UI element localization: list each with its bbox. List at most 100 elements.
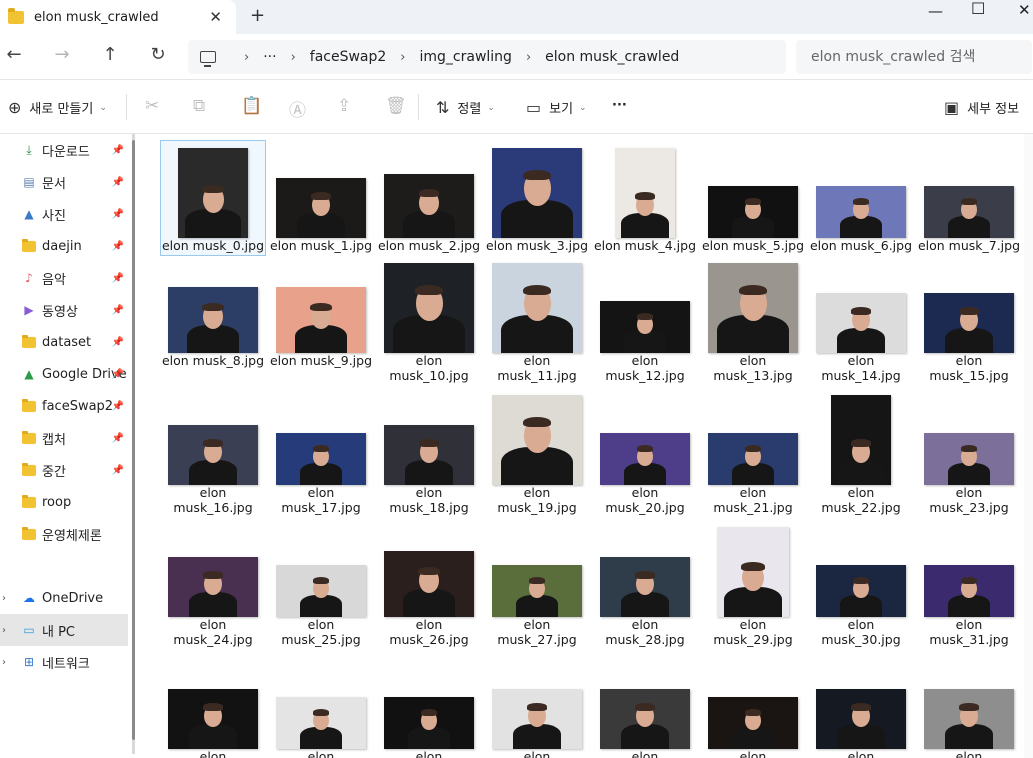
minimize-icon[interactable]: — — [928, 2, 943, 20]
file-name-line2: musk_25.jpg — [281, 632, 361, 647]
file-name: elon musk_2.jpg — [377, 238, 481, 253]
up-arrow-icon[interactable]: ↑ — [98, 44, 122, 65]
person-body-shape — [185, 208, 241, 238]
sidebar-item[interactable]: 캡처 📌 — [0, 422, 128, 454]
file-name: elon musk_9.jpg — [269, 353, 373, 368]
sidebar-item[interactable]: › ⊞ 네트워크 — [0, 646, 128, 678]
close-window-icon[interactable]: ✕ — [1018, 1, 1031, 19]
share-icon[interactable]: ⇪ — [337, 96, 351, 116]
chevron-right-icon[interactable]: › — [526, 50, 531, 65]
person-hair-shape — [312, 577, 330, 584]
chevron-down-icon: ⌄ — [99, 102, 107, 113]
details-pane-icon: ▣ — [944, 98, 960, 117]
person-hair-shape — [636, 313, 654, 320]
breadcrumb-more[interactable]: ··· — [263, 49, 276, 65]
details-label: 세부 정보 — [967, 102, 1020, 117]
person-hair-shape — [851, 307, 871, 315]
person-hair-shape — [418, 189, 440, 198]
window-tab[interactable]: elon musk_crawled ✕ — [0, 0, 236, 34]
search-input[interactable]: elon musk_crawled 검색 — [796, 40, 1032, 74]
person-body-shape — [624, 331, 666, 353]
sidebar-item[interactable]: ▶ 동영상 📌 — [0, 294, 128, 326]
view-icon: ▭ — [526, 98, 542, 117]
sidebar-scrollbar[interactable] — [132, 134, 135, 754]
maximize-icon[interactable]: ☐ — [971, 0, 985, 18]
person-body-shape — [621, 212, 669, 238]
person-hair-shape — [203, 439, 223, 447]
expand-chevron-icon[interactable]: › — [2, 657, 6, 668]
sort-button[interactable]: ⇅ 정렬 ⌄ — [436, 98, 495, 117]
view-button[interactable]: ▭ 보기 ⌄ — [526, 98, 587, 117]
expand-chevron-icon[interactable]: › — [2, 625, 6, 636]
breadcrumb-img-crawling[interactable]: img_crawling — [420, 49, 512, 65]
sidebar-item[interactable]: › ▭ 내 PC — [0, 614, 128, 646]
sidebar-item[interactable]: ▲ Google Drive 📌 — [0, 358, 128, 390]
sidebar-item[interactable]: ▤ 문서 📌 — [0, 166, 128, 198]
sidebar-item[interactable]: 중간 📌 — [0, 454, 128, 486]
sidebar-item[interactable]: roop — [0, 486, 128, 518]
refresh-icon[interactable]: ↻ — [146, 44, 170, 65]
folder-icon — [22, 238, 36, 253]
image-thumbnail — [168, 425, 258, 485]
person-hair-shape — [312, 445, 330, 452]
google-drive-icon: ▲ — [24, 367, 34, 381]
new-button[interactable]: ⊕ 새로 만들기 ⌄ — [8, 98, 107, 117]
person-hair-shape — [852, 198, 870, 205]
image-thumbnail — [276, 178, 366, 238]
forward-arrow-icon[interactable]: → — [50, 44, 74, 65]
sidebar-item[interactable]: daejin 📌 — [0, 230, 128, 262]
person-body-shape — [945, 327, 993, 353]
details-button[interactable]: ▣ 세부 정보 — [944, 98, 1019, 117]
paste-icon[interactable]: 📋 — [241, 96, 262, 116]
pin-icon: 📌 — [111, 144, 124, 156]
cut-icon[interactable]: ✂ — [145, 96, 159, 116]
file-name-line2: musk_21.jpg — [713, 500, 793, 515]
back-arrow-icon[interactable]: ← — [2, 44, 26, 65]
breadcrumb-current[interactable]: elon musk_crawled — [545, 49, 679, 65]
expand-chevron-icon[interactable]: › — [2, 593, 6, 604]
file-name-line2: musk_16.jpg — [173, 500, 253, 515]
address-bar[interactable]: › ··· › faceSwap2 › img_crawling › elon … — [188, 40, 786, 74]
person-body-shape — [837, 327, 885, 353]
address-row: ← → ↑ ↻ › ··· › faceSwap2 › img_crawling… — [0, 34, 1033, 80]
content-scrollbar[interactable] — [1024, 134, 1033, 758]
file-name: elon — [739, 485, 767, 500]
sidebar-item[interactable]: ▲ 사진 📌 — [0, 198, 128, 230]
file-name-line2: musk_28.jpg — [605, 632, 685, 647]
person-body-shape — [403, 211, 455, 238]
pin-icon: 📌 — [111, 176, 124, 188]
breadcrumb-facesswap2[interactable]: faceSwap2 — [310, 49, 387, 65]
copy-icon[interactable]: ⧉ — [193, 96, 205, 116]
download-icon: ⤓ — [26, 142, 32, 157]
image-thumbnail — [600, 433, 690, 485]
image-thumbnail — [816, 689, 906, 749]
sidebar-item-label: dataset — [42, 334, 92, 350]
rename-icon[interactable]: Ⓐ — [289, 96, 306, 121]
person-hair-shape — [522, 169, 552, 181]
sidebar-item[interactable]: 운영체제론 — [0, 518, 128, 550]
file-name: elon — [199, 617, 227, 632]
sidebar-item[interactable]: faceSwap2 📌 — [0, 390, 128, 422]
person-hair-shape — [851, 439, 871, 447]
folder-icon — [22, 430, 36, 445]
divider — [126, 94, 127, 120]
sidebar-item[interactable]: ⤓ 다운로드 📌 — [0, 134, 128, 166]
file-name-line2: musk_22.jpg — [821, 500, 901, 515]
image-thumbnail — [276, 433, 366, 485]
sidebar-item[interactable]: › ☁ OneDrive — [0, 582, 128, 614]
person-hair-shape — [527, 703, 547, 711]
image-thumbnail — [615, 148, 675, 238]
close-tab-icon[interactable]: ✕ — [209, 8, 222, 26]
delete-icon[interactable]: 🗑 — [385, 96, 407, 116]
person-body-shape — [501, 200, 573, 238]
more-options-button[interactable]: ··· — [612, 98, 627, 113]
sidebar-item[interactable]: ♪ 음악 📌 — [0, 262, 128, 294]
new-tab-icon[interactable]: + — [250, 5, 265, 26]
sort-label: 정렬 — [457, 102, 482, 117]
chevron-right-icon[interactable]: › — [244, 50, 249, 65]
sidebar-item[interactable]: dataset 📌 — [0, 326, 128, 358]
chevron-right-icon[interactable]: › — [400, 50, 405, 65]
chevron-right-icon[interactable]: › — [291, 50, 296, 65]
image-thumbnail — [816, 186, 906, 238]
pin-icon: 📌 — [111, 272, 124, 284]
